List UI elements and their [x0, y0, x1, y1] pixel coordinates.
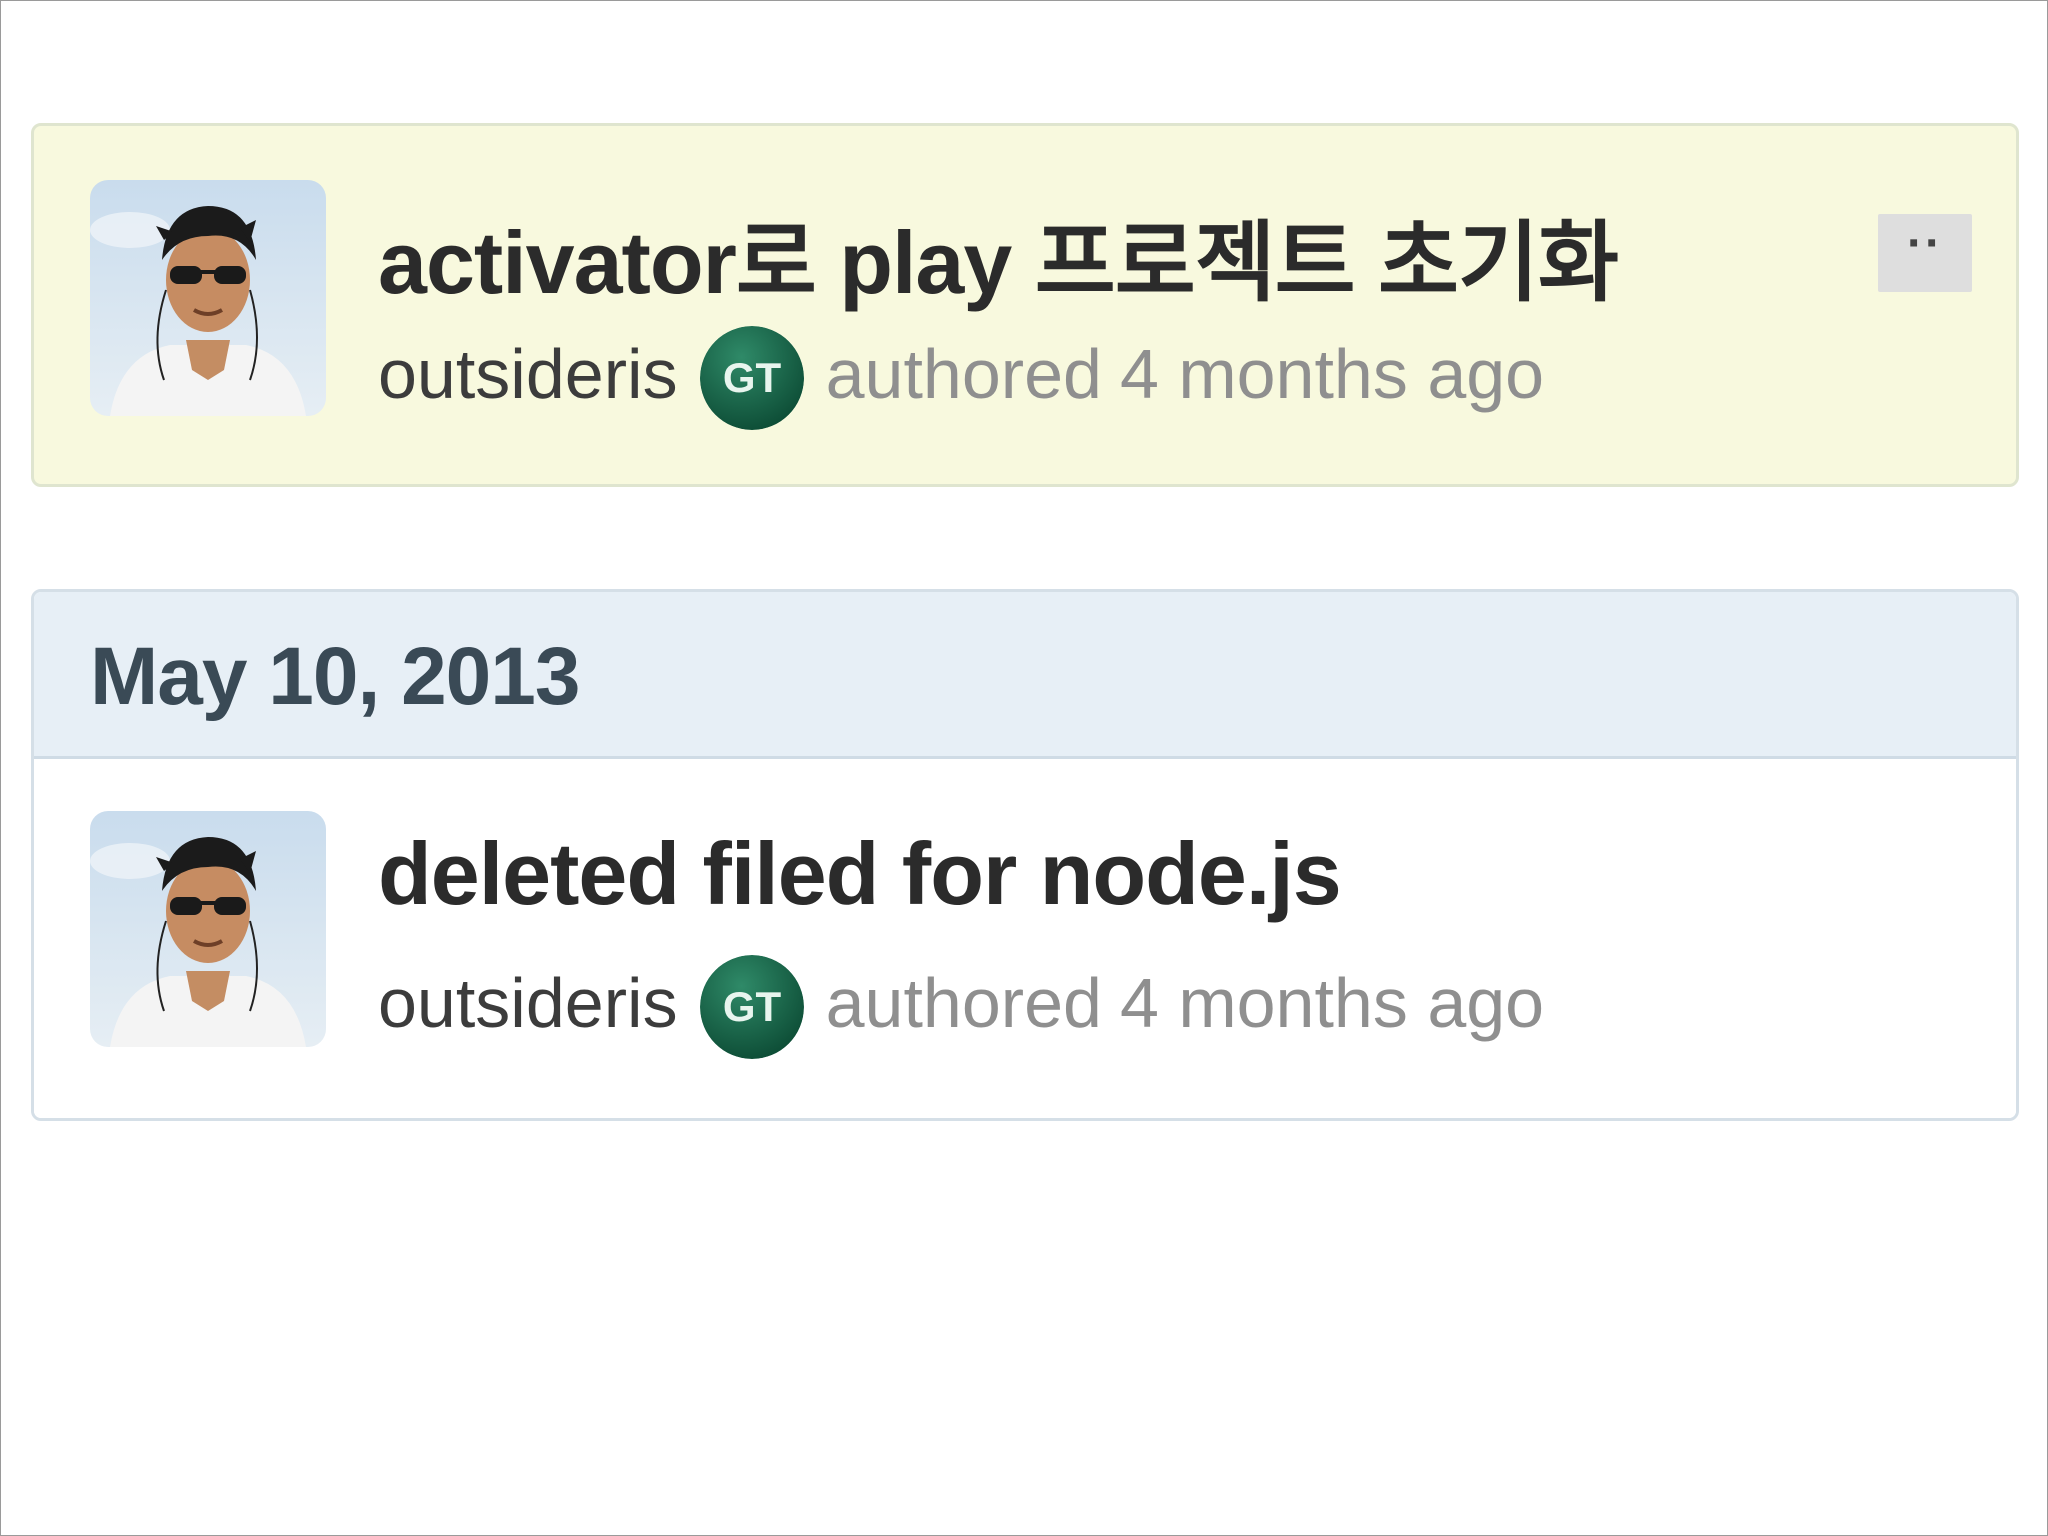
- user-photo-icon: [90, 180, 326, 416]
- badge-text: GT: [722, 983, 781, 1030]
- commit-group: May 10, 2013 deleted filed for node.js o…: [31, 589, 2019, 1121]
- author-avatar[interactable]: [90, 180, 326, 416]
- author-name[interactable]: outsideris: [378, 334, 678, 414]
- user-photo-icon: [90, 811, 326, 1047]
- group-date: May 10, 2013: [90, 631, 580, 722]
- gt-badge-icon: GT: [699, 955, 804, 1059]
- commit-time: 4 months ago: [1119, 964, 1545, 1042]
- commit-action: authored: [825, 335, 1102, 413]
- commit-history-page: activator로 play 프로젝트 초기화 outsideris GT a…: [0, 0, 2048, 1536]
- group-header: May 10, 2013: [34, 592, 2016, 759]
- commit-action: authored: [825, 964, 1102, 1042]
- commit-meta: outsideris GT authored 4 months ago: [378, 951, 1545, 1059]
- more-button[interactable]: ··: [1878, 214, 1972, 292]
- gt-badge-icon: GT: [699, 326, 804, 430]
- commit-title[interactable]: activator로 play 프로젝트 초기화: [378, 192, 1619, 319]
- commit-item[interactable]: deleted filed for node.js outsideris GT: [34, 759, 2016, 1118]
- committer-avatar[interactable]: GT: [699, 955, 804, 1059]
- commit-title[interactable]: deleted filed for node.js: [378, 823, 1342, 925]
- commit-meta: outsideris GT authored 4 months ago: [378, 322, 1545, 430]
- badge-text: GT: [722, 354, 781, 401]
- commit-item-highlighted[interactable]: activator로 play 프로젝트 초기화 outsideris GT a…: [31, 123, 2019, 487]
- commit-time: 4 months ago: [1119, 335, 1545, 413]
- committer-avatar[interactable]: GT: [699, 326, 804, 430]
- author-name[interactable]: outsideris: [378, 963, 678, 1043]
- author-avatar[interactable]: [90, 811, 326, 1047]
